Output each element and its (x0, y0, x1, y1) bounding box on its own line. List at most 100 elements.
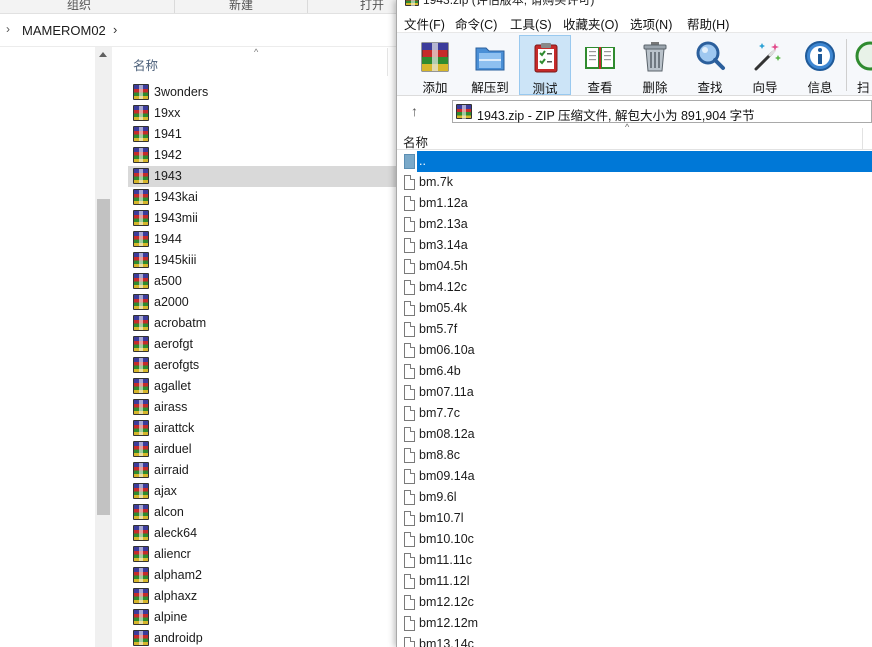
archive-file-row[interactable]: bm10.10c (397, 529, 872, 550)
archive-file-row[interactable]: bm12.12c (397, 592, 872, 613)
file-list-item[interactable]: alpham2 (128, 565, 396, 586)
winrar-archive-icon (133, 588, 149, 604)
archive-file-row[interactable]: bm11.12l (397, 571, 872, 592)
file-list-item[interactable]: aleck64 (128, 523, 396, 544)
winrar-title-bar[interactable]: 1943.zip (评估版本, 请购买许可) (397, 0, 872, 8)
column-divider[interactable] (862, 128, 863, 150)
archive-file-row[interactable]: bm4.12c (397, 277, 872, 298)
scroll-up-arrow-icon[interactable] (99, 52, 107, 57)
tool-info-button[interactable]: 信息 (794, 35, 846, 95)
file-list-item[interactable]: 1943kai (128, 187, 396, 208)
file-list-item[interactable]: alphaxz (128, 586, 396, 607)
archive-file-row[interactable]: bm08.12a (397, 424, 872, 445)
toolbar-divider (846, 39, 847, 91)
scrollbar-thumb[interactable] (97, 199, 110, 515)
file-list-item[interactable]: 1943mii (128, 208, 396, 229)
file-list-item[interactable]: 1945kiii (128, 250, 396, 271)
menu-tools[interactable]: 工具(S) (510, 14, 552, 33)
breadcrumb-mamerom02[interactable]: MAMEROM02 (22, 23, 106, 38)
tool-test-button[interactable]: 测试 (519, 35, 571, 96)
file-icon (404, 490, 415, 505)
archive-path-field[interactable]: 1943.zip - ZIP 压缩文件, 解包大小为 891,904 字节 (452, 100, 872, 123)
archive-file-row[interactable]: bm2.13a (397, 214, 872, 235)
archive-file-row[interactable]: bm07.11a (397, 382, 872, 403)
file-list-item[interactable]: ajax (128, 481, 396, 502)
file-list-item[interactable]: androidp (128, 628, 396, 647)
file-name: bm08.12a (419, 427, 475, 441)
file-list-item[interactable]: alpine (128, 607, 396, 628)
breadcrumb-chevron-icon[interactable]: › (113, 22, 117, 37)
menu-options[interactable]: 选项(N) (630, 14, 672, 33)
file-list-item[interactable]: a2000 (128, 292, 396, 313)
archive-file-row[interactable]: bm05.4k (397, 298, 872, 319)
archive-file-row[interactable]: bm7.7c (397, 403, 872, 424)
tool-add-button[interactable]: 添加 (409, 35, 461, 95)
file-list-item[interactable]: 1943 (128, 166, 396, 187)
archive-file-row[interactable]: bm06.10a (397, 340, 872, 361)
file-list-item[interactable]: airduel (128, 439, 396, 460)
up-one-level-icon[interactable]: ↑ (411, 103, 418, 119)
file-list-item[interactable]: airraid (128, 460, 396, 481)
add-archive-icon (421, 42, 449, 72)
view-book-icon (585, 47, 615, 69)
column-divider[interactable] (387, 48, 388, 76)
archive-file-row[interactable]: bm04.5h (397, 256, 872, 277)
extract-to-icon (475, 47, 505, 71)
file-icon (404, 511, 415, 526)
file-list-item[interactable]: alcon (128, 502, 396, 523)
file-icon (404, 532, 415, 547)
archive-file-row[interactable]: bm09.14a (397, 466, 872, 487)
file-list-item[interactable]: 1944 (128, 229, 396, 250)
archive-file-row[interactable]: bm12.12m (397, 613, 872, 634)
file-list-item[interactable]: 1941 (128, 124, 396, 145)
file-name: bm11.11c (419, 553, 473, 567)
menu-favorites[interactable]: 收藏夹(O) (563, 14, 619, 33)
file-icon (404, 469, 415, 484)
menu-help[interactable]: 帮助(H) (687, 14, 729, 33)
archive-file-row[interactable]: bm6.4b (397, 361, 872, 382)
winrar-column-header[interactable]: 名称 ^ (397, 122, 872, 151)
winrar-archive-icon (133, 168, 149, 184)
menu-file[interactable]: 文件(F) (404, 14, 445, 33)
archive-file-row[interactable]: bm13.14c (397, 634, 872, 647)
menu-commands[interactable]: 命令(C) (455, 14, 497, 33)
archive-file-row[interactable]: bm1.12a (397, 193, 872, 214)
file-icon (404, 196, 415, 211)
file-list-item[interactable]: airattck (128, 418, 396, 439)
archive-file-row[interactable]: bm9.6l (397, 487, 872, 508)
file-list-item[interactable]: acrobatm (128, 313, 396, 334)
file-list-item[interactable]: 19xx (128, 103, 396, 124)
tool-extract-to-button[interactable]: 解压到 (464, 35, 516, 95)
ribbon-group-organize[interactable]: 组织 (67, 0, 91, 13)
tool-view-button[interactable]: 查看 (574, 35, 626, 95)
tool-wizard-button[interactable]: 向导 (739, 35, 791, 95)
file-name: airass (154, 400, 188, 414)
address-chevron-left-icon[interactable]: › (6, 22, 10, 36)
explorer-column-header[interactable]: 名称 ^ (128, 47, 396, 76)
ribbon-group-open[interactable]: 打开 (360, 0, 384, 13)
archive-file-row[interactable]: bm.7k (397, 172, 872, 193)
tool-scan-button[interactable]: 扫 (849, 35, 872, 95)
file-list-item[interactable]: airass (128, 397, 396, 418)
file-list-item[interactable]: a500 (128, 271, 396, 292)
archive-file-row[interactable]: bm3.14a (397, 235, 872, 256)
parent-folder-row[interactable]: .. (397, 151, 872, 172)
file-name: a500 (154, 274, 182, 288)
archive-file-row[interactable]: bm10.7l (397, 508, 872, 529)
file-list-item[interactable]: 3wonders (128, 82, 396, 103)
archive-file-row[interactable]: bm11.11c (397, 550, 872, 571)
file-list-item[interactable]: 1942 (128, 145, 396, 166)
tool-delete-button[interactable]: 删除 (629, 35, 681, 95)
file-list-item[interactable]: aerofgt (128, 334, 396, 355)
file-list-item[interactable]: agallet (128, 376, 396, 397)
file-list-item[interactable]: aerofgts (128, 355, 396, 376)
navigation-pane-scrollbar[interactable] (95, 47, 112, 647)
explorer-address-bar[interactable]: › MAMEROM02 › (0, 15, 396, 47)
column-name-label[interactable]: 名称 (403, 132, 428, 151)
tool-find-button[interactable]: 查找 (684, 35, 736, 95)
file-list-item[interactable]: aliencr (128, 544, 396, 565)
ribbon-group-new[interactable]: 新建 (229, 0, 253, 13)
archive-file-row[interactable]: bm8.8c (397, 445, 872, 466)
archive-file-row[interactable]: bm5.7f (397, 319, 872, 340)
column-name-label[interactable]: 名称 (133, 55, 158, 74)
